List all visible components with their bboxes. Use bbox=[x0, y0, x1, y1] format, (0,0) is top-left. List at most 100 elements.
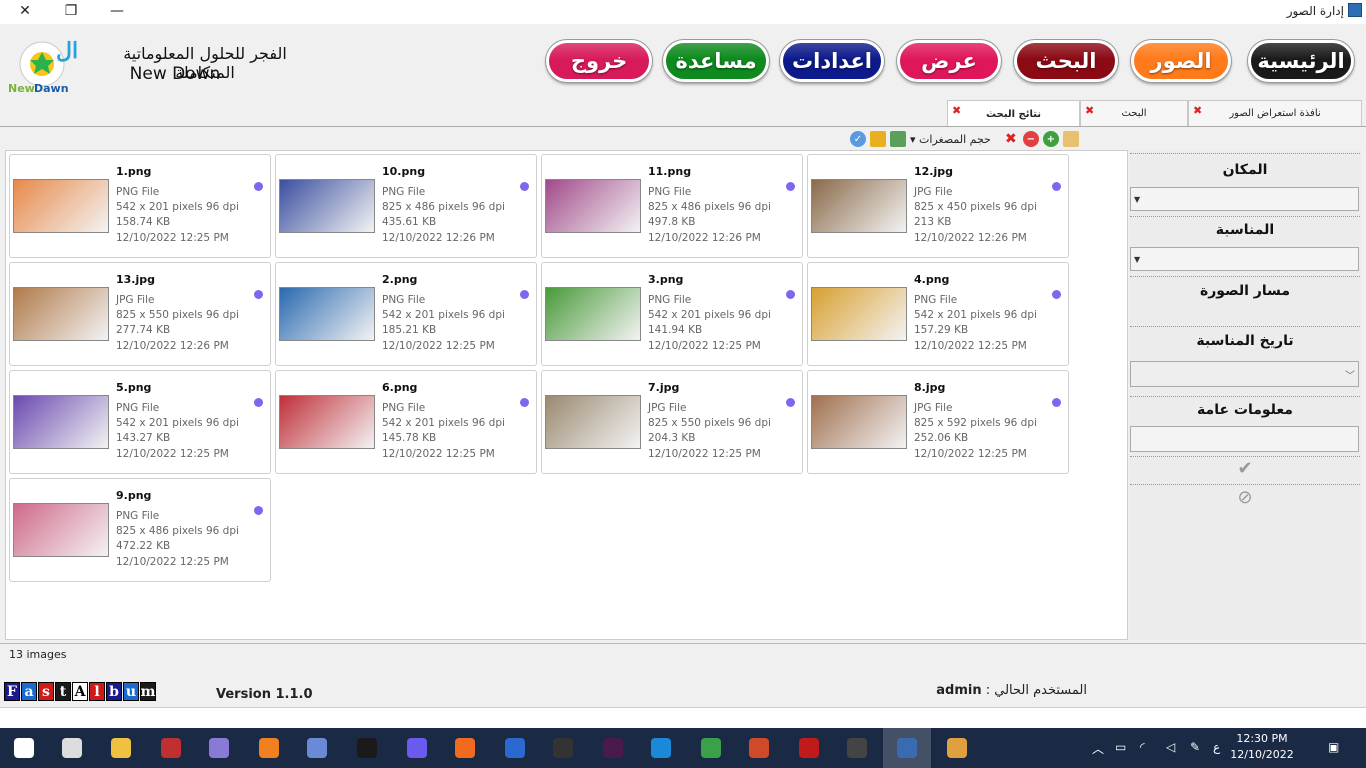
paste-icon[interactable] bbox=[1062, 131, 1079, 147]
xd-icon[interactable] bbox=[603, 738, 623, 758]
general-info-field[interactable] bbox=[1130, 426, 1359, 452]
volume-icon[interactable]: ◁ bbox=[1166, 740, 1175, 754]
image-card[interactable]: 8.jpg JPG File 825 x 592 pixels 96 dpi 252.… bbox=[807, 370, 1069, 474]
image-thumbnail[interactable] bbox=[13, 179, 109, 233]
image-card[interactable]: 9.png PNG File 825 x 486 pixels 96 dpi 472.… bbox=[9, 478, 271, 582]
image-card[interactable]: 12.jpg JPG File 825 x 450 pixels 96 dpi 213… bbox=[807, 154, 1069, 258]
minimize-icon[interactable]: — bbox=[94, 0, 140, 22]
image-filesize: 185.21 KB bbox=[382, 324, 437, 336]
image-thumbnail[interactable] bbox=[279, 287, 375, 341]
start-icon[interactable] bbox=[14, 738, 34, 758]
add-circle-icon[interactable]: + bbox=[1042, 131, 1059, 147]
tab-search[interactable]: ✖ البحث bbox=[1080, 100, 1188, 126]
close-icon[interactable]: ✖ bbox=[952, 104, 961, 117]
image-dimensions: 542 x 201 pixels 96 dpi bbox=[116, 201, 239, 213]
image-thumbnail[interactable] bbox=[811, 395, 907, 449]
image-filetype: JPG File bbox=[116, 294, 155, 306]
nav-button-6[interactable]: مساعدة bbox=[663, 40, 769, 82]
pdf-icon[interactable] bbox=[799, 738, 819, 758]
prism-icon[interactable] bbox=[407, 738, 427, 758]
task-view-icon[interactable] bbox=[62, 738, 82, 758]
wifi-icon[interactable]: ◜ bbox=[1140, 740, 1145, 754]
browser-icon[interactable] bbox=[209, 738, 229, 758]
image-thumbnail[interactable] bbox=[811, 287, 907, 341]
general-info-label: معلومات عامة bbox=[1197, 402, 1293, 418]
notifications-icon[interactable]: ▣ bbox=[1328, 740, 1339, 754]
nav-button-4[interactable]: عرض bbox=[897, 40, 1001, 82]
pen-icon[interactable]: ✎ bbox=[1190, 740, 1200, 754]
image-card[interactable]: 7.jpg JPG File 825 x 550 pixels 96 dpi 204.… bbox=[541, 370, 803, 474]
shield-icon[interactable] bbox=[161, 738, 181, 758]
image-thumbnail[interactable] bbox=[13, 395, 109, 449]
image-manager-icon[interactable] bbox=[897, 738, 917, 758]
app-icon[interactable] bbox=[505, 738, 525, 758]
image-card[interactable]: 10.png PNG File 825 x 486 pixels 96 dpi 435… bbox=[275, 154, 537, 258]
maximize-icon[interactable]: ❐ bbox=[48, 0, 94, 22]
nav-button-7[interactable]: خروج bbox=[546, 40, 652, 82]
image-thumbnail[interactable] bbox=[13, 503, 109, 557]
image-card[interactable]: 5.png PNG File 542 x 201 pixels 96 dpi 143.… bbox=[9, 370, 271, 474]
image-dimensions: 542 x 201 pixels 96 dpi bbox=[914, 309, 1037, 321]
image-card[interactable]: 3.png PNG File 542 x 201 pixels 96 dpi 141.… bbox=[541, 262, 803, 366]
close-icon[interactable]: ✕ bbox=[2, 0, 48, 22]
image-thumbnail[interactable] bbox=[545, 179, 641, 233]
image-card[interactable]: 11.png PNG File 825 x 486 pixels 96 dpi 497… bbox=[541, 154, 803, 258]
thumbnail-size-dropdown[interactable]: حجم المصغرات ▾ bbox=[910, 133, 991, 146]
taskbar-clock[interactable]: 12:30 PM 12/10/2022 bbox=[1230, 731, 1294, 763]
image-card[interactable]: 4.png PNG File 542 x 201 pixels 96 dpi 157.… bbox=[807, 262, 1069, 366]
vlc-icon[interactable] bbox=[259, 738, 279, 758]
title-bar bbox=[0, 0, 1366, 24]
save-check-icon[interactable]: ✔ bbox=[1129, 458, 1361, 479]
nav-button-5[interactable]: اعدادات bbox=[780, 40, 884, 82]
clock-date: 12/10/2022 bbox=[1230, 748, 1294, 761]
occasion-select[interactable]: ▼ bbox=[1130, 247, 1359, 271]
battery-icon[interactable]: ▭ bbox=[1115, 740, 1126, 754]
tab-image-browser[interactable]: ✖ نافذة استعراض الصور bbox=[1188, 100, 1362, 126]
image-dimensions: 825 x 450 pixels 96 dpi bbox=[914, 201, 1037, 213]
chevron-up-icon[interactable]: ︿ bbox=[1092, 740, 1104, 757]
status-dot-icon bbox=[1052, 398, 1061, 407]
image-thumbnail[interactable] bbox=[279, 179, 375, 233]
occasion-date-picker[interactable]: ﹀ bbox=[1130, 361, 1359, 387]
image-filename: 4.png bbox=[914, 273, 950, 286]
calendar-icon[interactable] bbox=[553, 738, 573, 758]
powerpoint-icon[interactable] bbox=[749, 738, 769, 758]
folder-open-icon[interactable] bbox=[870, 131, 886, 147]
chrome-icon[interactable] bbox=[701, 738, 721, 758]
image-card[interactable]: 2.png PNG File 542 x 201 pixels 96 dpi 185.… bbox=[275, 262, 537, 366]
tab-search-results[interactable]: ✖ نتائج البحث bbox=[947, 100, 1080, 127]
cancel-icon[interactable]: ⊘ bbox=[1129, 487, 1361, 508]
image-thumbnail[interactable] bbox=[545, 287, 641, 341]
calculator-icon[interactable] bbox=[847, 738, 867, 758]
chevron-down-icon: ﹀ bbox=[1345, 371, 1355, 382]
image-thumbnail[interactable] bbox=[811, 179, 907, 233]
close-icon[interactable]: ✖ bbox=[1085, 104, 1094, 117]
image-card[interactable]: 13.jpg JPG File 825 x 550 pixels 96 dpi 277… bbox=[9, 262, 271, 366]
vscode-icon[interactable] bbox=[651, 738, 671, 758]
input-language[interactable]: ع bbox=[1213, 740, 1220, 754]
firefox-icon[interactable] bbox=[455, 738, 475, 758]
image-thumbnail[interactable] bbox=[545, 395, 641, 449]
place-select[interactable]: ▼ bbox=[1130, 187, 1359, 211]
image-thumbnail[interactable] bbox=[13, 287, 109, 341]
infinity-icon[interactable] bbox=[307, 738, 327, 758]
place-label: المكان bbox=[1222, 162, 1268, 178]
close-icon[interactable]: ✖ bbox=[1193, 104, 1202, 117]
paint-icon[interactable] bbox=[947, 738, 967, 758]
image-filename: 12.jpg bbox=[914, 165, 954, 178]
image-card[interactable]: 6.png PNG File 542 x 201 pixels 96 dpi 145.… bbox=[275, 370, 537, 474]
file-explorer-icon[interactable] bbox=[111, 738, 131, 758]
check-circle-icon[interactable]: ✓ bbox=[850, 131, 866, 147]
remove-circle-icon[interactable]: − bbox=[1022, 131, 1039, 147]
delete-icon[interactable]: ✖ bbox=[1003, 131, 1019, 147]
image-icon[interactable] bbox=[890, 131, 906, 147]
clock-time: 12:30 PM bbox=[1236, 732, 1288, 745]
nav-button-3[interactable]: البحث bbox=[1014, 40, 1118, 82]
status-dot-icon bbox=[254, 398, 263, 407]
nav-button-1[interactable]: الرئيسية bbox=[1248, 40, 1354, 82]
pycharm-icon[interactable] bbox=[357, 738, 377, 758]
image-card[interactable]: 1.png PNG File 542 x 201 pixels 96 dpi 158.… bbox=[9, 154, 271, 258]
image-thumbnail[interactable] bbox=[279, 395, 375, 449]
nav-button-2[interactable]: الصور bbox=[1131, 40, 1231, 82]
status-dot-icon bbox=[786, 182, 795, 191]
